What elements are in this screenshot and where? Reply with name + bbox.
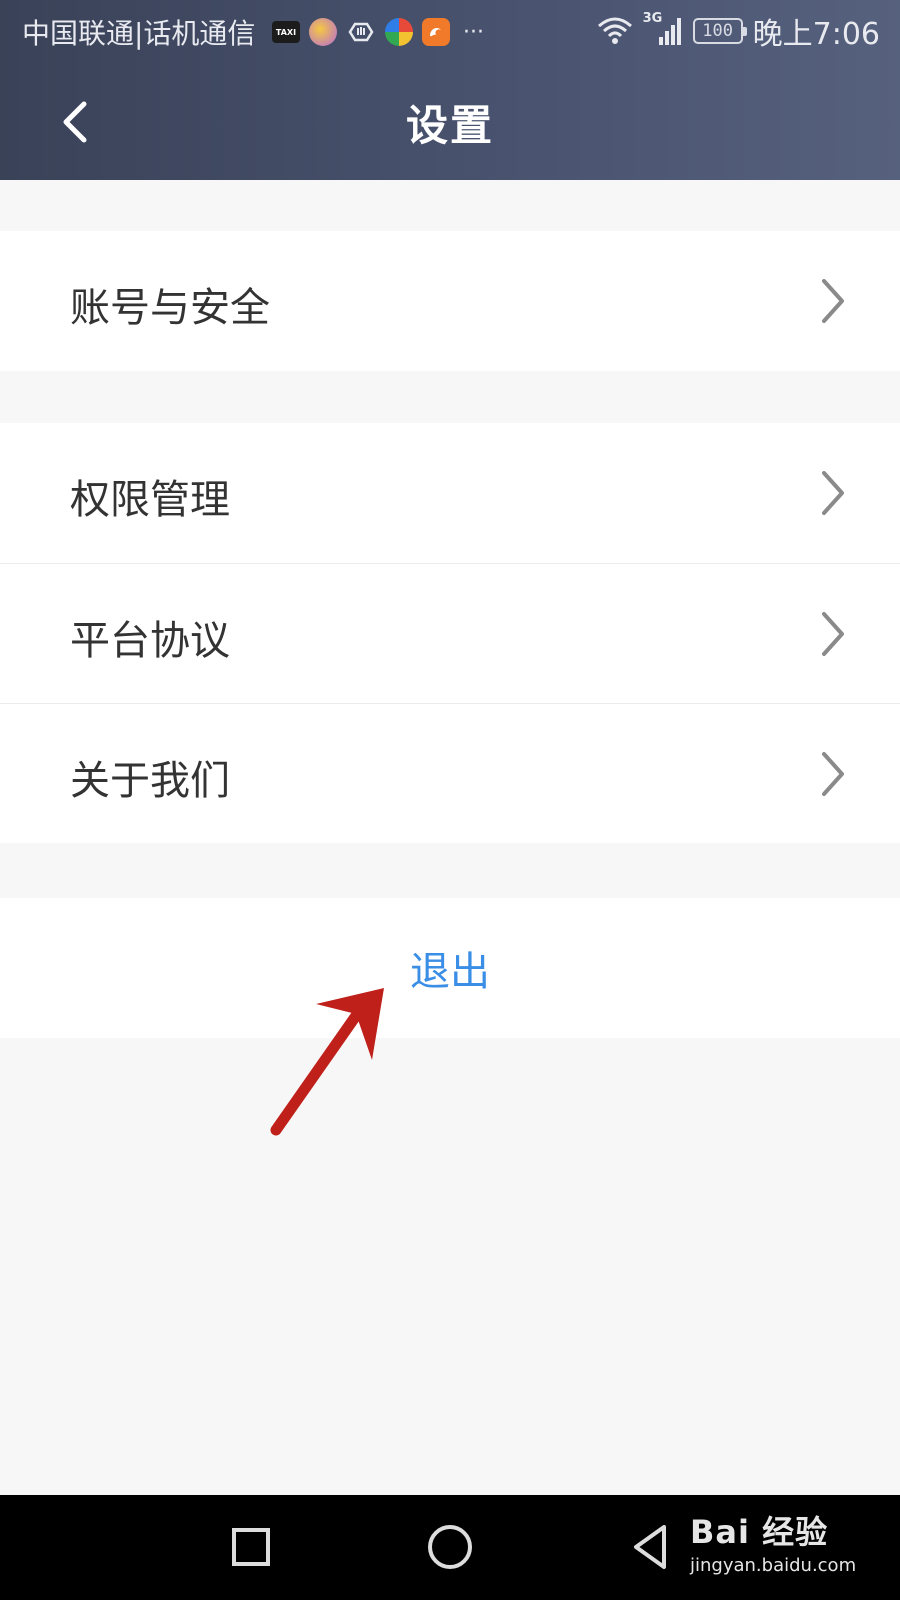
page-title: 设置 [405, 101, 494, 150]
red-arrow-annotation [270, 988, 384, 1136]
clock: 晚上7:06 [752, 17, 880, 52]
chevron-right-icon [822, 752, 844, 796]
browser-icon [385, 18, 413, 46]
hand-icon [346, 18, 376, 46]
settings-item-platform-agreement[interactable]: 平台协议 [0, 563, 900, 703]
notification-icons: TAXI ··· [272, 16, 484, 48]
logout-label: 退出 [410, 949, 490, 995]
app-icon-yellow [309, 18, 337, 46]
system-back-button[interactable] [630, 1523, 670, 1571]
watermark-url: jingyan.baidu.com [690, 1555, 857, 1576]
system-indicators: 3G 100 晚上7:06 [597, 11, 880, 52]
chevron-right-icon [822, 471, 844, 515]
battery-level: 100 [702, 21, 733, 41]
settings-group-general: 权限管理 平台协议 关于我们 [0, 423, 900, 843]
baidu-watermark: Bai 经验 jingyan.baidu.com [690, 1507, 856, 1576]
uc-browser-icon [422, 18, 450, 46]
more-notifications-icon: ··· [463, 19, 484, 45]
home-button[interactable] [428, 1525, 472, 1569]
taxi-icon: TAXI [272, 21, 300, 43]
settings-item-label: 权限管理 [70, 477, 230, 523]
wifi-icon [597, 17, 632, 44]
signal-icon: 3G [643, 11, 683, 47]
settings-item-label: 账号与安全 [70, 285, 270, 331]
settings-item-account-security[interactable]: 账号与安全 [0, 231, 900, 371]
settings-item-label: 关于我们 [70, 758, 230, 804]
status-bar: 中国联通|话机通信 TAXI ··· 3G 100 晚上7:06 [0, 0, 900, 62]
settings-group-account: 账号与安全 [0, 231, 900, 371]
navigation-bar: 设置 [0, 62, 900, 180]
logout-button[interactable]: 退出 [0, 898, 900, 1038]
watermark-logo: Bai 经验 [690, 1513, 829, 1551]
recent-apps-button[interactable] [232, 1528, 270, 1566]
carrier-name: 中国联通|话机通信 [22, 17, 256, 50]
settings-item-about-us[interactable]: 关于我们 [0, 703, 900, 843]
battery-icon: 100 [692, 18, 747, 44]
app-header: 中国联通|话机通信 TAXI ··· 3G 100 晚上7:06 设置 [0, 0, 900, 180]
system-navigation-bar: Bai 经验 jingyan.baidu.com [0, 1495, 900, 1600]
chevron-right-icon [822, 279, 844, 323]
settings-item-label: 平台协议 [70, 618, 230, 664]
settings-item-permissions[interactable]: 权限管理 [0, 423, 900, 563]
chevron-right-icon [822, 612, 844, 656]
